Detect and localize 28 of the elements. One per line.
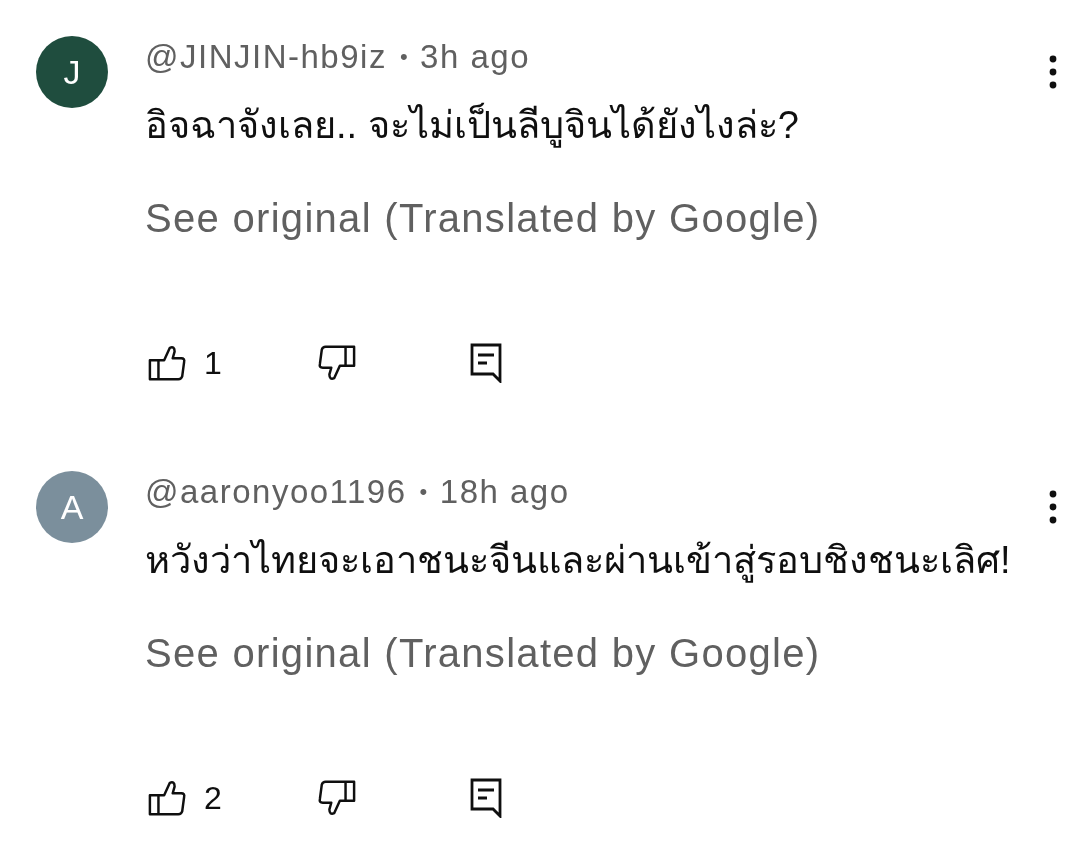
dislike-button[interactable] bbox=[318, 344, 356, 382]
more-options-button[interactable] bbox=[1049, 55, 1057, 89]
thumbs-down-icon bbox=[318, 344, 356, 382]
separator-dot: • bbox=[399, 44, 410, 70]
reply-button[interactable] bbox=[470, 343, 502, 383]
timestamp[interactable]: 18h ago bbox=[439, 473, 570, 511]
thumbs-down-icon bbox=[318, 779, 356, 817]
speech-bubble-icon bbox=[470, 343, 502, 383]
separator-dot: • bbox=[419, 479, 429, 505]
reply-button[interactable] bbox=[470, 778, 502, 818]
see-original-link[interactable]: See original (Translated by Google) bbox=[145, 195, 821, 241]
see-original-link[interactable]: See original (Translated by Google) bbox=[145, 630, 821, 676]
timestamp[interactable]: 3h ago bbox=[420, 38, 531, 76]
avatar[interactable]: J bbox=[36, 36, 108, 108]
more-options-button[interactable] bbox=[1049, 490, 1057, 524]
like-button[interactable]: 2 bbox=[148, 779, 222, 817]
thumbs-up-icon bbox=[148, 344, 186, 382]
thumbs-up-icon bbox=[148, 779, 186, 817]
comment-text: อิจฉาจังเลย.. จะไม่เป็นลีบูจินได้ยังไงล่ะ? bbox=[145, 101, 800, 150]
three-dots-icon bbox=[1049, 490, 1057, 524]
like-button[interactable]: 1 bbox=[148, 344, 222, 382]
comment-text: หวังว่าไทยจะเอาชนะจีนและผ่านเข้าสู่รอบชิงชนะเลิศ! bbox=[145, 538, 1012, 585]
speech-bubble-icon bbox=[470, 778, 502, 818]
author-name[interactable]: @JINJIN-hb9iz bbox=[145, 38, 387, 76]
three-dots-icon bbox=[1049, 55, 1057, 89]
dislike-button[interactable] bbox=[318, 779, 356, 817]
author-name[interactable]: @aaronyoo1196 bbox=[145, 473, 407, 511]
avatar[interactable]: A bbox=[36, 471, 108, 543]
